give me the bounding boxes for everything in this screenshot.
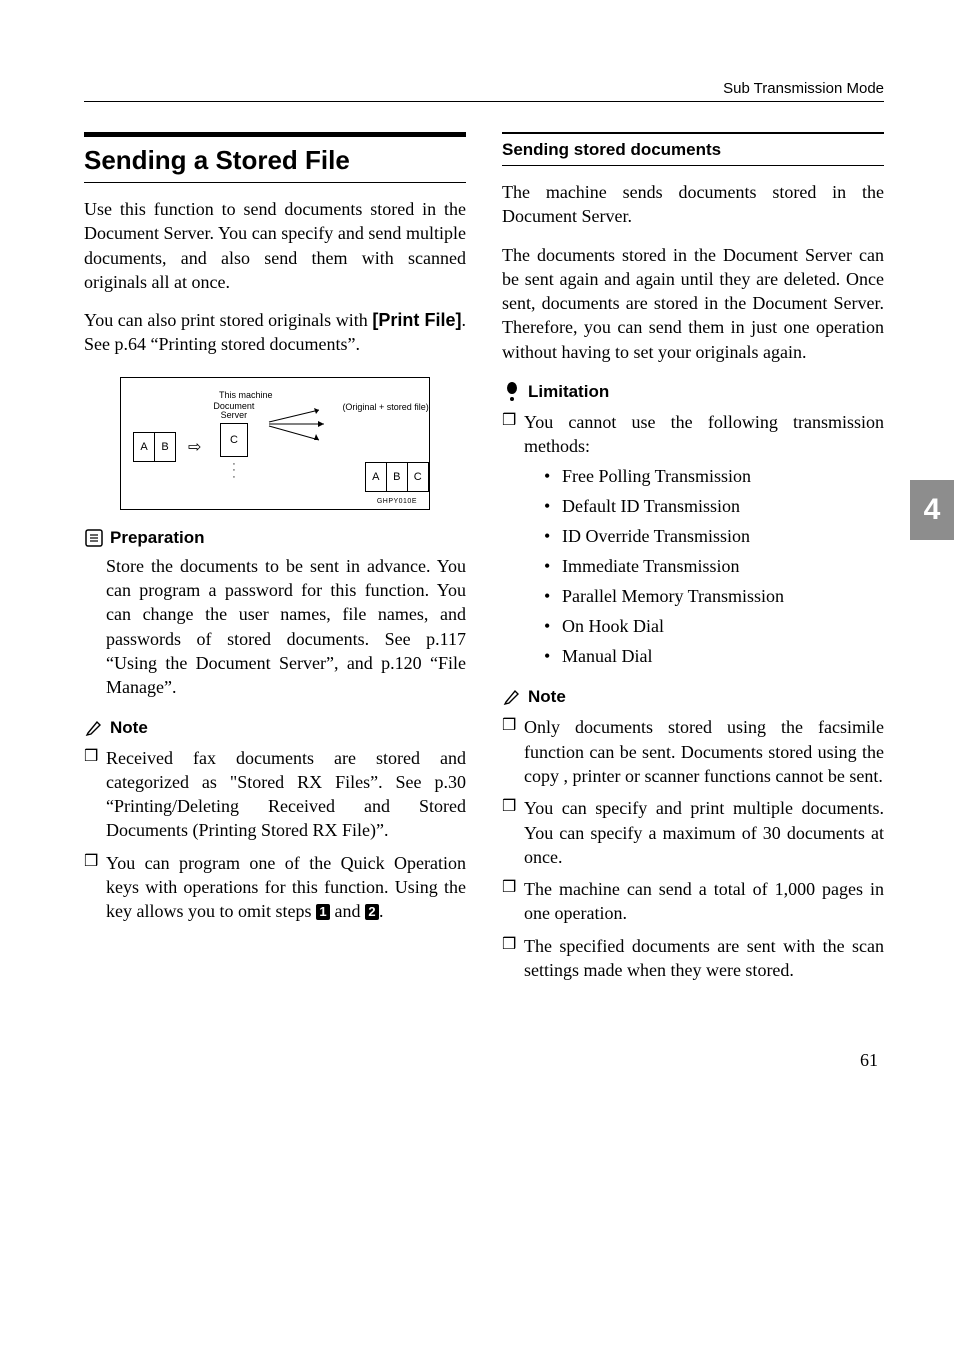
limitation-intro: You cannot use the following transmissio…: [502, 410, 884, 669]
right-p2: The documents stored in the Document Ser…: [502, 243, 884, 364]
diagram-out-a: A: [365, 462, 387, 492]
section-title: Sending a Stored File: [84, 132, 466, 183]
note-item: You can specify and print multiple docum…: [502, 796, 884, 869]
note-heading-left: Note: [84, 718, 466, 738]
limitation-item: On Hook Dial: [544, 613, 884, 639]
note-item: Only documents stored using the facsimil…: [502, 715, 884, 788]
limitation-item: ID Override Transmission: [544, 523, 884, 549]
preparation-body: Store the documents to be sent in advanc…: [106, 554, 466, 700]
right-column: Sending stored documents The machine sen…: [502, 132, 884, 990]
note2-post: .: [379, 901, 384, 921]
note-list-left: Received fax documents are stored and ca…: [84, 746, 466, 924]
page-number: 61: [84, 1050, 884, 1071]
note-icon: [502, 687, 522, 707]
limitation-item: Immediate Transmission: [544, 553, 884, 579]
limitation-bullets: Free Polling Transmission Default ID Tra…: [544, 463, 884, 670]
limitation-item: Parallel Memory Transmission: [544, 583, 884, 609]
left-column: Sending a Stored File Use this function …: [84, 132, 466, 990]
vertical-dots-icon: ···: [213, 461, 254, 481]
step-1-icon: 1: [316, 904, 330, 920]
note2-pre: You can program one of the Quick Operati…: [106, 853, 466, 922]
limitation-heading: Limitation: [502, 382, 884, 402]
diagram: This machine A B ⇨ Document Server C ···: [120, 377, 430, 510]
diagram-server-box: C: [220, 423, 248, 457]
limitation-item: Free Polling Transmission: [544, 463, 884, 489]
limitation-heading-text: Limitation: [528, 382, 609, 402]
diagram-out-b: B: [386, 462, 408, 492]
note-list-right: Only documents stored using the facsimil…: [502, 715, 884, 982]
intro2-pre: You can also print stored originals with: [84, 310, 372, 330]
note-heading-right: Note: [502, 687, 884, 707]
diagram-this-machine-label: This machine: [219, 390, 417, 400]
limitation-item: Manual Dial: [544, 643, 884, 669]
note-heading-left-text: Note: [110, 718, 148, 738]
running-header: Sub Transmission Mode: [84, 80, 884, 102]
arrow-right-icon: ⇨: [186, 437, 203, 457]
preparation-heading: Preparation: [84, 528, 466, 548]
diagram-caption: GHPY010E: [133, 498, 417, 505]
print-file-label: [Print File]: [372, 310, 461, 330]
note-item: The specified documents are sent with th…: [502, 934, 884, 983]
preparation-heading-text: Preparation: [110, 528, 204, 548]
note-item: You can program one of the Quick Operati…: [84, 851, 466, 924]
diagram-orig-stored-label: (Original + stored file): [342, 402, 428, 412]
diagram-doc-server-label: Document Server: [213, 402, 254, 421]
right-p1: The machine sends documents stored in th…: [502, 180, 884, 229]
note2-mid: and: [330, 901, 365, 921]
note-item: Received fax documents are stored and ca…: [84, 746, 466, 843]
limitation-list: You cannot use the following transmissio…: [502, 410, 884, 669]
diagram-out-c: C: [407, 462, 429, 492]
note-icon: [84, 718, 104, 738]
intro-paragraph-1: Use this function to send documents stor…: [84, 197, 466, 294]
step-2-icon: 2: [365, 904, 379, 920]
note-item: The machine can send a total of 1,000 pa…: [502, 877, 884, 926]
preparation-icon: [84, 528, 104, 548]
chapter-tab: 4: [910, 480, 954, 540]
limitation-item: Default ID Transmission: [544, 493, 884, 519]
fan-arrows-icon: [264, 402, 334, 452]
diagram-page-b: B: [154, 432, 176, 462]
sub-heading: Sending stored documents: [502, 132, 884, 166]
diagram-page-a: A: [133, 432, 155, 462]
limitation-icon: [502, 382, 522, 402]
note-heading-right-text: Note: [528, 687, 566, 707]
limitation-intro-text: You cannot use the following transmissio…: [524, 412, 884, 456]
intro-paragraph-2: You can also print stored originals with…: [84, 308, 466, 357]
